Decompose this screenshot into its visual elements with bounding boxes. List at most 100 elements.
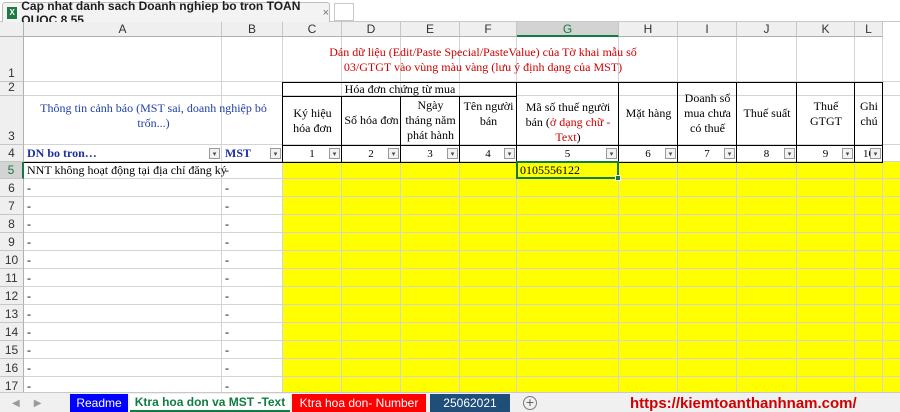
filter-dropdown-icon[interactable]: ▾ xyxy=(329,148,340,159)
row-header-7[interactable]: 7 xyxy=(0,197,24,215)
row-header-9[interactable]: 9 xyxy=(0,233,24,251)
filter-col-3-label: 3 xyxy=(427,147,433,160)
document-tab[interactable]: X Cap nhat danh sach Doanh nghiep bo tro… xyxy=(2,0,330,27)
select-all-corner[interactable] xyxy=(0,22,24,37)
spreadsheet-grid[interactable]: A B C D E F G H I J K L 1 2 3 4 5 6 7 8 9 10 11 12 13 14 15 16 17 Dán… xyxy=(0,22,900,392)
row-header-15[interactable]: 15 xyxy=(0,341,24,359)
row-header-12[interactable]: 12 xyxy=(0,287,24,305)
filter-dropdown-icon[interactable]: ▾ xyxy=(270,148,281,159)
sheet-tab-ktra-text[interactable]: Ktra hoa don va MST -Text xyxy=(130,394,290,412)
cell-b8[interactable]: - xyxy=(222,215,229,233)
instruction-line-2: 03/GTGT vào vùng màu vàng (lưu ý định dạ… xyxy=(343,59,623,74)
cell-b16[interactable]: - xyxy=(222,359,229,377)
filter-col-10[interactable]: 10 ▾ xyxy=(855,146,882,161)
row-header-3[interactable]: 3 xyxy=(0,96,24,145)
cell-a14[interactable]: - xyxy=(24,323,31,341)
sheet-nav-arrows[interactable]: ◀ ▶ xyxy=(6,395,61,411)
row-header-1[interactable]: 1 xyxy=(0,37,24,82)
row-header-16[interactable]: 16 xyxy=(0,359,24,377)
row-header-4[interactable]: 4 xyxy=(0,145,24,162)
cell-a8[interactable]: - xyxy=(24,215,31,233)
row-header-2[interactable]: 2 xyxy=(0,80,24,96)
fill-handle[interactable] xyxy=(615,175,621,181)
row-header-10[interactable]: 10 xyxy=(0,251,24,269)
column-header-b[interactable]: B xyxy=(222,22,283,37)
filter-dropdown-icon[interactable]: ▾ xyxy=(870,148,881,159)
column-header-k[interactable]: K xyxy=(797,22,855,37)
row-header-5[interactable]: 5 xyxy=(0,162,24,179)
cell-b10[interactable]: - xyxy=(222,251,229,269)
active-cell-g5[interactable]: 0105556122 xyxy=(516,161,621,181)
filter-col-3[interactable]: 3 ▾ xyxy=(401,146,459,161)
cell-b12[interactable]: - xyxy=(222,287,229,305)
cell-a9[interactable]: - xyxy=(24,233,31,251)
cell-b7[interactable]: - xyxy=(222,197,229,215)
filter-mst[interactable]: MST ▾ xyxy=(222,146,282,161)
filter-dropdown-icon[interactable]: ▾ xyxy=(388,148,399,159)
column-header-g[interactable]: G xyxy=(517,22,619,37)
cell-a16[interactable]: - xyxy=(24,359,31,377)
filter-dropdown-icon[interactable]: ▾ xyxy=(447,148,458,159)
filter-dropdown-icon[interactable]: ▾ xyxy=(724,148,735,159)
sheet-tab-readme[interactable]: Readme xyxy=(70,394,128,412)
filter-col-6[interactable]: 6 ▾ xyxy=(619,146,677,161)
col-header-rate: Thuế suất xyxy=(743,106,791,120)
cell-a17[interactable]: - xyxy=(24,377,31,393)
cell-a6[interactable]: - xyxy=(24,179,31,197)
filter-col-8[interactable]: 8 ▾ xyxy=(737,146,796,161)
add-sheet-button[interactable]: + xyxy=(523,396,537,410)
column-header-a[interactable]: A xyxy=(24,22,222,37)
column-header-c[interactable]: C xyxy=(283,22,342,37)
cell-b6[interactable]: - xyxy=(222,179,229,197)
column-header-h[interactable]: H xyxy=(619,22,678,37)
new-tab-button[interactable] xyxy=(334,3,354,21)
next-sheet-icon[interactable]: ▶ xyxy=(34,398,42,409)
filter-col-9[interactable]: 9 ▾ xyxy=(797,146,854,161)
warning-info-header: Thông tin cảnh báo (MST sai, doanh nghiệ… xyxy=(40,101,267,130)
column-header-j[interactable]: J xyxy=(737,22,797,37)
cell-b17[interactable]: - xyxy=(222,377,229,393)
sheet-tab-25062021[interactable]: 25062021 xyxy=(430,394,510,412)
prev-sheet-icon[interactable]: ◀ xyxy=(12,398,20,409)
row-header-13[interactable]: 13 xyxy=(0,305,24,323)
column-header-i[interactable]: I xyxy=(678,22,737,37)
row-header-17[interactable]: 17 xyxy=(0,377,24,392)
filter-col-4-label: 4 xyxy=(485,147,491,160)
cell-b13[interactable]: - xyxy=(222,305,229,323)
filter-col-1[interactable]: 1 ▾ xyxy=(283,146,341,161)
filter-dropdown-icon[interactable]: ▾ xyxy=(784,148,795,159)
filter-col-5[interactable]: 5 ▾ xyxy=(517,146,618,161)
filter-dn-bo-tron[interactable]: DN bo tron… ▾ xyxy=(24,146,221,161)
filter-dropdown-icon[interactable]: ▾ xyxy=(504,148,515,159)
filter-col-7[interactable]: 7 ▾ xyxy=(678,146,736,161)
column-header-f[interactable]: F xyxy=(460,22,517,37)
column-header-d[interactable]: D xyxy=(342,22,401,37)
close-icon[interactable]: × xyxy=(323,7,329,19)
row-header-8[interactable]: 8 xyxy=(0,215,24,233)
cell-b15[interactable]: - xyxy=(222,341,229,359)
cell-a12[interactable]: - xyxy=(24,287,31,305)
filter-col-2[interactable]: 2 ▾ xyxy=(342,146,400,161)
col-header-symbol: Ký hiệu hóa đơn xyxy=(293,105,332,135)
row-header-14[interactable]: 14 xyxy=(0,323,24,341)
row-header-11[interactable]: 11 xyxy=(0,269,24,287)
cell-b14[interactable]: - xyxy=(222,323,229,341)
cell-b9[interactable]: - xyxy=(222,233,229,251)
sheet-tab-ktra-number[interactable]: Ktra hoa don- Number xyxy=(292,394,426,412)
filter-col-4[interactable]: 4 ▾ xyxy=(460,146,516,161)
row-header-6[interactable]: 6 xyxy=(0,179,24,197)
column-header-e[interactable]: E xyxy=(401,22,460,37)
column-header-l[interactable]: L xyxy=(855,22,883,37)
cell-b11[interactable]: - xyxy=(222,269,229,287)
cell-a10[interactable]: - xyxy=(24,251,31,269)
cell-a13[interactable]: - xyxy=(24,305,31,323)
cell-b5[interactable]: - xyxy=(222,162,229,179)
filter-dropdown-icon[interactable]: ▾ xyxy=(606,148,617,159)
filter-dropdown-icon[interactable]: ▾ xyxy=(209,148,220,159)
filter-dropdown-icon[interactable]: ▾ xyxy=(842,148,853,159)
cell-a5[interactable]: NNT không hoạt động tại địa chỉ đăng ký xyxy=(24,162,227,179)
filter-dropdown-icon[interactable]: ▾ xyxy=(665,148,676,159)
cell-a11[interactable]: - xyxy=(24,269,31,287)
cell-a7[interactable]: - xyxy=(24,197,31,215)
cell-a15[interactable]: - xyxy=(24,341,31,359)
